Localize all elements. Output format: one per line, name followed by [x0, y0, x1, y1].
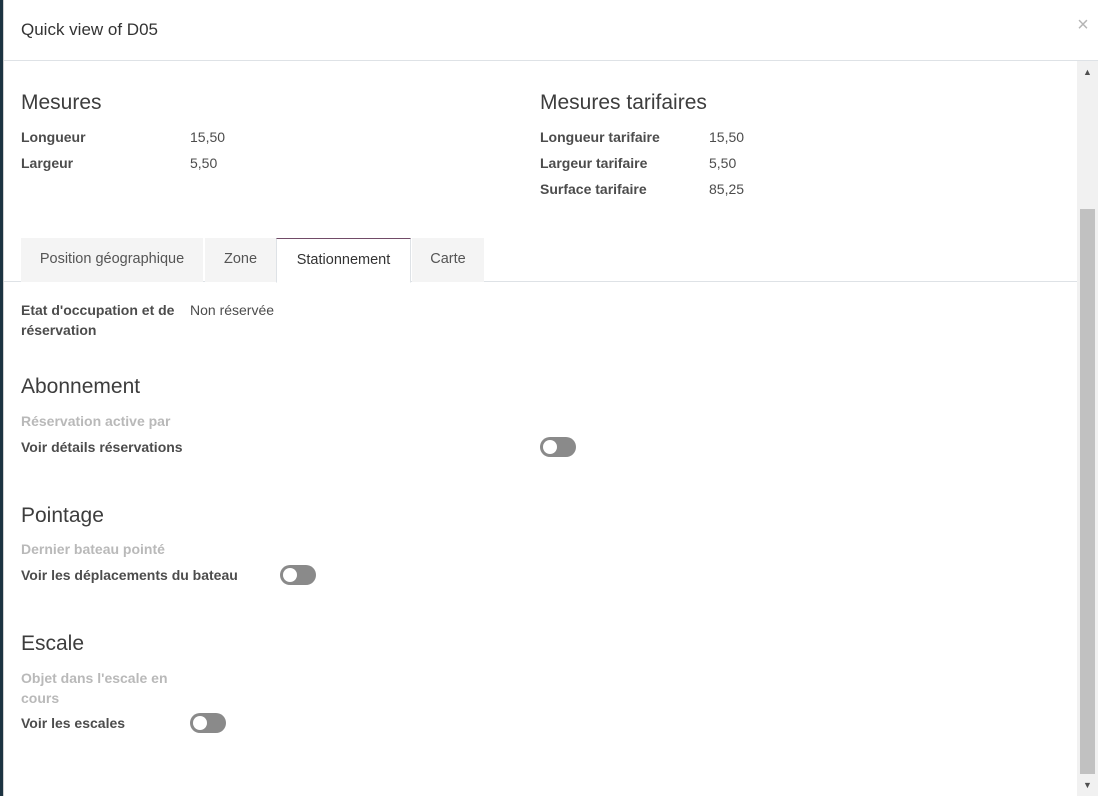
toggle-knob	[283, 568, 297, 582]
largeur-tarifaire-value: 5,50	[709, 155, 737, 171]
reservation-active-label: Réservation active par	[21, 413, 171, 429]
tab-carte[interactable]: Carte	[412, 238, 484, 282]
tab-zone[interactable]: Zone	[205, 238, 276, 282]
surface-tarifaire-value: 85,25	[709, 181, 745, 197]
voir-details-reservations-toggle[interactable]	[540, 437, 576, 457]
longueur-tarifaire-label: Longueur tarifaire	[540, 129, 660, 145]
mesures-title: Mesures	[21, 91, 102, 114]
dialog-header: Quick view of D05 ×	[4, 0, 1098, 61]
surface-tarifaire-label: Surface tarifaire	[540, 181, 647, 197]
voir-escales-label: Voir les escales	[21, 715, 126, 731]
etat-occupation-label-line2: réservation	[21, 322, 97, 338]
largeur-value: 5,50	[190, 155, 218, 171]
longueur-label: Longueur	[21, 129, 86, 145]
voir-deplacements-toggle[interactable]	[280, 565, 316, 585]
pointage-title: Pointage	[21, 504, 104, 527]
objet-escale-label-line2: cours	[21, 690, 60, 706]
dialog-title: Quick view of D05	[21, 20, 158, 39]
abonnement-title: Abonnement	[21, 375, 141, 398]
largeur-tarifaire-label: Largeur tarifaire	[540, 155, 648, 171]
etat-occupation-value: Non réservée	[190, 302, 275, 318]
dialog-body: Mesures Longueur 15,50 Largeur 5,50 Mesu…	[4, 61, 1078, 796]
tab-position-geographique[interactable]: Position géographique	[21, 238, 203, 282]
vertical-scrollbar[interactable]: ▲ ▼	[1077, 61, 1098, 796]
scroll-down-icon[interactable]: ▼	[1077, 776, 1098, 794]
objet-escale-label-line1: Objet dans l'escale en	[21, 670, 168, 686]
etat-occupation-label-line1: Etat d'occupation et de	[21, 302, 175, 318]
longueur-value: 15,50	[190, 129, 226, 145]
scroll-up-icon[interactable]: ▲	[1077, 63, 1098, 81]
mesures-tarifaires-title: Mesures tarifaires	[540, 91, 707, 114]
quick-view-dialog: Quick view of D05 × Mesures Longueur 15,…	[3, 0, 1098, 796]
escale-title: Escale	[21, 632, 85, 655]
notebook-tabs: Position géographique Zone Stationnement…	[4, 238, 1078, 283]
largeur-label: Largeur	[21, 155, 74, 171]
voir-escales-toggle[interactable]	[190, 713, 226, 733]
toggle-knob	[193, 716, 207, 730]
scroll-thumb[interactable]	[1080, 209, 1095, 774]
tab-stationnement[interactable]: Stationnement	[276, 238, 411, 283]
voir-details-reservations-label: Voir détails réservations	[21, 439, 183, 455]
voir-deplacements-label: Voir les déplacements du bateau	[21, 567, 238, 583]
toggle-knob	[543, 440, 557, 454]
close-icon[interactable]: ×	[1075, 14, 1091, 36]
longueur-tarifaire-value: 15,50	[709, 129, 745, 145]
dernier-bateau-pointe-label: Dernier bateau pointé	[21, 541, 165, 557]
